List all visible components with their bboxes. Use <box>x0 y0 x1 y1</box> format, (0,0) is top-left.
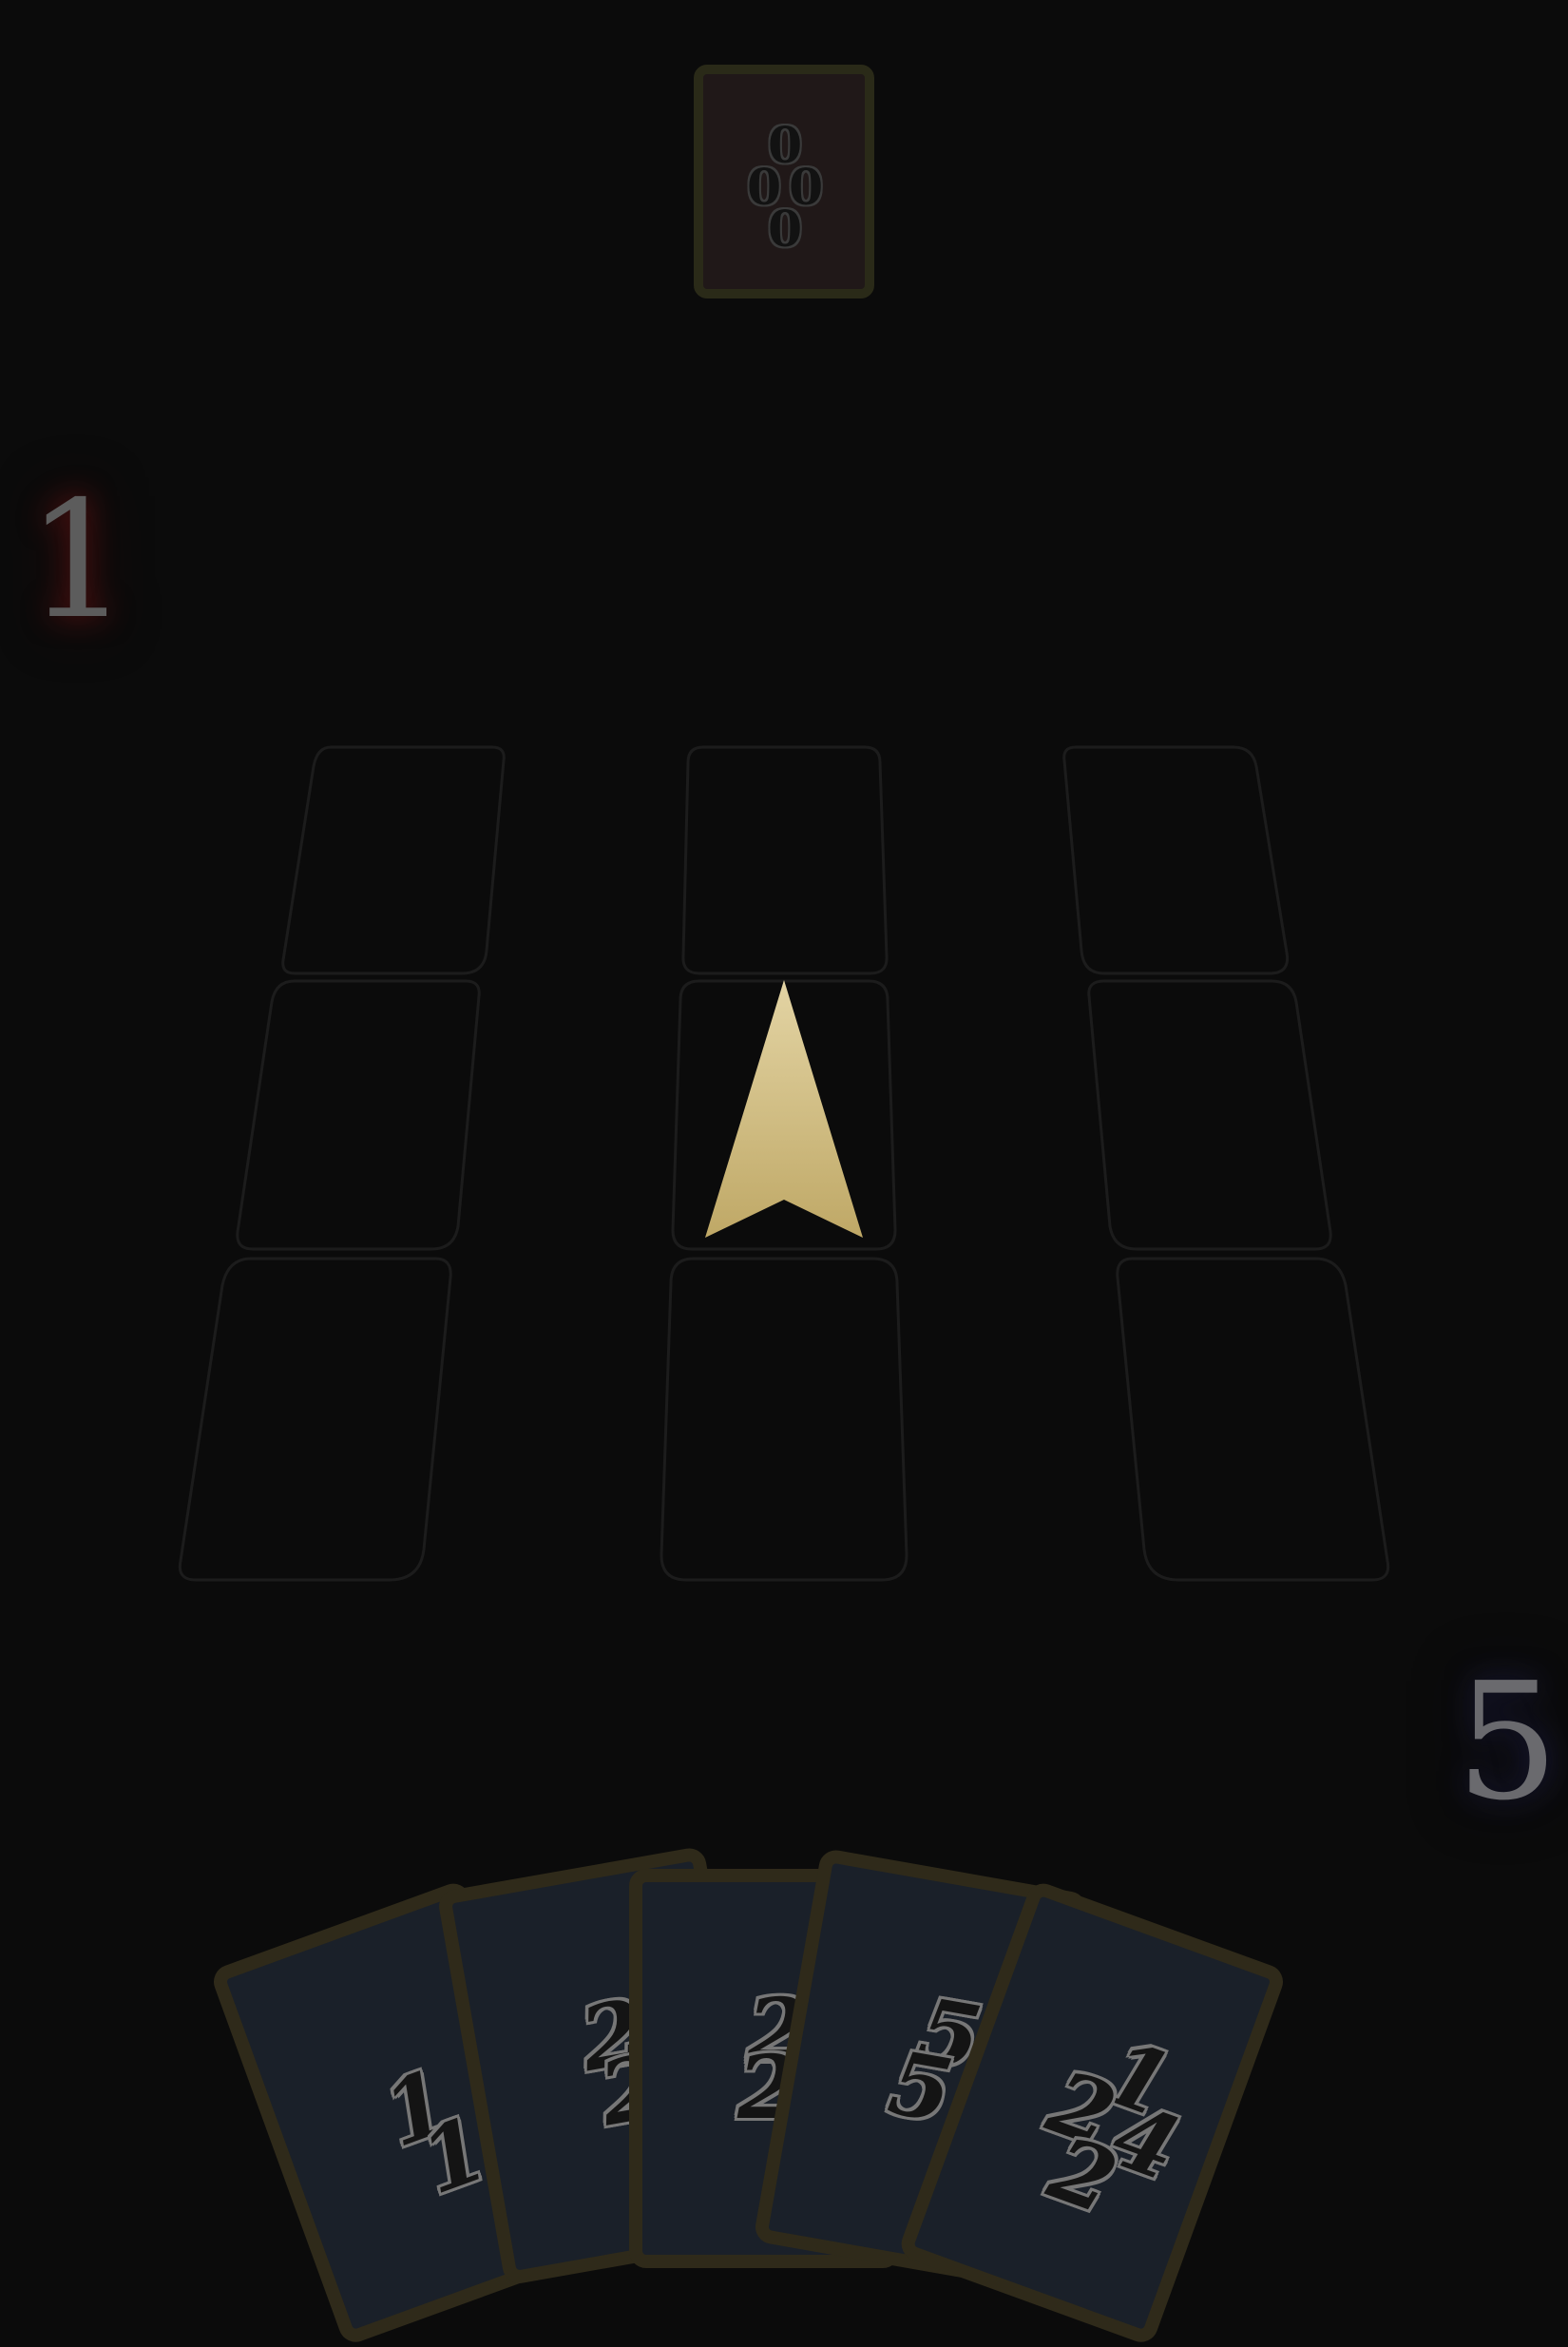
board-slot-r3-c3[interactable] <box>1116 1257 1390 1582</box>
board-slot-r2-c1[interactable] <box>236 979 481 1251</box>
board-slot-r1-c2[interactable] <box>681 745 889 975</box>
arrow-up-icon <box>705 980 863 1238</box>
board-slot-r1-c1[interactable] <box>281 745 506 975</box>
board-slot-r1-c3[interactable] <box>1062 745 1290 975</box>
board-slot-r2-c3[interactable] <box>1087 979 1332 1251</box>
board-slot-r3-c1[interactable] <box>178 1257 452 1582</box>
board-slot-r3-c2[interactable] <box>660 1257 908 1582</box>
